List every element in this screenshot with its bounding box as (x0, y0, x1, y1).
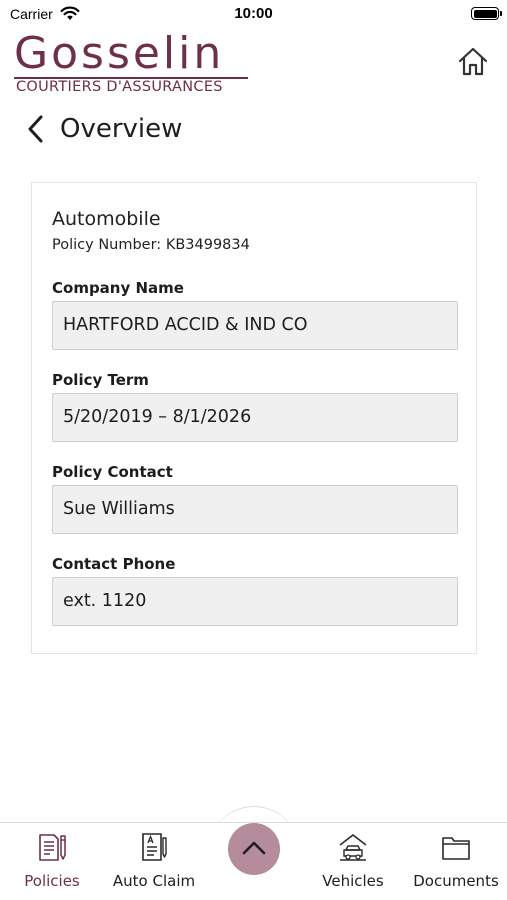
status-bar: Carrier 10:00 (0, 0, 507, 28)
policy-document-icon (39, 834, 66, 861)
policy-contact-value: Sue Williams (52, 485, 458, 534)
claim-form-icon (142, 833, 167, 861)
policy-number: Policy Number: KB3499834 (52, 236, 250, 254)
policy-term-value: 5/20/2019 – 8/1/2026 (52, 393, 458, 442)
policy-type: Automobile (52, 208, 161, 230)
tab-documents-label: Documents (413, 872, 499, 890)
chevron-up-icon (242, 841, 266, 855)
brand-name: Gosselin (14, 28, 225, 79)
policy-card: Automobile Policy Number: KB3499834 Comp… (31, 182, 477, 654)
chevron-left-icon (28, 115, 43, 143)
policy-contact-field: Policy Contact Sue Williams (52, 463, 458, 534)
policy-term-field: Policy Term 5/20/2019 – 8/1/2026 (52, 371, 458, 442)
contact-phone-label: Contact Phone (52, 555, 176, 573)
car-garage-icon (339, 834, 367, 861)
company-name-field: Company Name HARTFORD ACCID & IND CO (52, 279, 458, 350)
status-time: 10:00 (234, 5, 273, 22)
page-title: Overview (60, 114, 183, 144)
tab-auto-claim[interactable]: Auto Claim (104, 823, 204, 900)
company-name-value: HARTFORD ACCID & IND CO (52, 301, 458, 350)
tab-documents[interactable]: Documents (406, 823, 506, 900)
battery-icon (471, 7, 502, 20)
policy-contact-label: Policy Contact (52, 463, 173, 481)
company-name-label: Company Name (52, 279, 184, 297)
policy-number-label: Policy Number: (52, 237, 162, 253)
tab-policies[interactable]: Policies (8, 823, 96, 900)
tab-vehicles[interactable]: Vehicles (308, 823, 398, 900)
home-button[interactable] (456, 44, 490, 78)
tab-auto-claim-label: Auto Claim (112, 872, 196, 890)
contact-phone-field: Contact Phone ext. 1120 (52, 555, 458, 626)
folder-icon (442, 837, 470, 860)
brand-logo: Gosselin COURTIERS D'ASSURANCES (14, 30, 254, 96)
home-icon (458, 47, 488, 76)
policy-term-label: Policy Term (52, 371, 149, 389)
tab-policies-label: Policies (24, 872, 80, 890)
scroll-up-button[interactable] (228, 823, 280, 875)
policy-number-value: KB3499834 (165, 237, 250, 253)
tab-vehicles-label: Vehicles (322, 872, 384, 890)
back-button[interactable] (22, 112, 50, 146)
contact-phone-value[interactable]: ext. 1120 (52, 577, 458, 626)
brand-tagline: COURTIERS D'ASSURANCES (16, 79, 223, 95)
